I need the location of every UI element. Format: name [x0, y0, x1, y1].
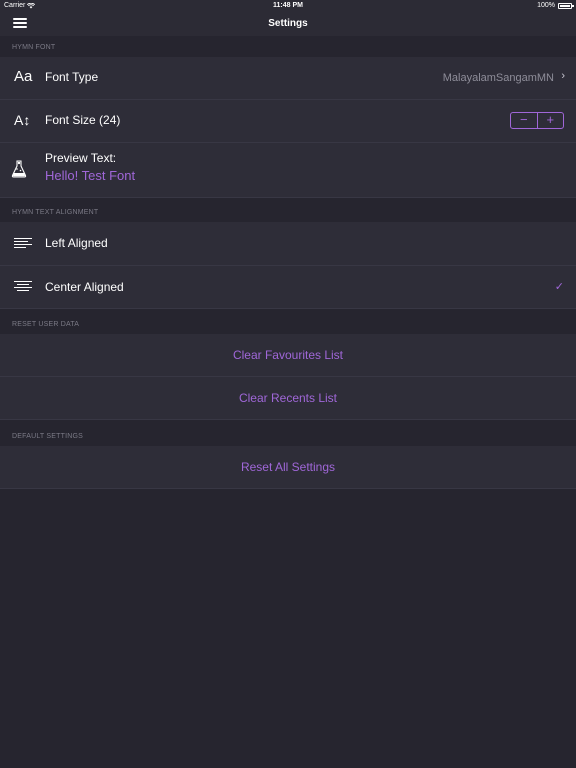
font-type-label: Font Type: [45, 70, 99, 84]
preview-text: Hello! Test Font: [45, 168, 136, 183]
decrease-font-button[interactable]: −: [511, 113, 537, 128]
chevron-right-icon: ›: [561, 70, 565, 82]
left-aligned-label: Left Aligned: [45, 236, 108, 250]
font-size-stepper[interactable]: − +: [510, 112, 564, 129]
preview-row: Preview Text: Hello! Test Font: [0, 143, 576, 198]
navigation-bar: Settings: [0, 12, 576, 36]
battery-percent: 100%: [537, 2, 555, 9]
font-type-value: MalayalamSangamMN: [442, 72, 554, 84]
reset-all-settings-button[interactable]: Reset All Settings: [0, 446, 576, 489]
battery-icon: [558, 3, 574, 9]
battery-indicator: 100%: [537, 0, 574, 12]
status-bar: Carrier 11:48 PM 100%: [0, 0, 576, 12]
align-center-icon: [14, 281, 32, 293]
clear-favourites-label: Clear Favourites List: [232, 348, 344, 362]
center-aligned-label: Center Aligned: [45, 280, 124, 294]
font-size-label: Font Size (24): [45, 113, 121, 127]
section-header-default-settings: DEFAULT SETTINGS: [0, 426, 576, 446]
page-title: Settings: [268, 18, 308, 29]
font-type-icon: Aa: [14, 68, 33, 85]
font-type-row[interactable]: Aa Font Type MalayalamSangamMN ›: [0, 57, 576, 100]
section-header-hymn-font: HYMN FONT: [0, 37, 576, 57]
clear-recents-button[interactable]: Clear Recents List: [0, 377, 576, 420]
font-size-row: A↕ Font Size (24) − +: [0, 100, 576, 143]
increase-font-button[interactable]: +: [538, 113, 564, 128]
checkmark-icon: ✓: [554, 281, 564, 293]
clear-favourites-button[interactable]: Clear Favourites List: [0, 334, 576, 377]
flask-icon: [11, 160, 27, 178]
clear-recents-label: Clear Recents List: [238, 391, 338, 405]
left-aligned-row[interactable]: Left Aligned: [0, 222, 576, 266]
section-header-alignment: HYMN TEXT ALIGNMENT: [0, 202, 576, 222]
align-left-icon: [14, 238, 32, 250]
preview-label: Preview Text:: [45, 151, 117, 165]
reset-all-settings-label: Reset All Settings: [240, 460, 336, 474]
center-aligned-row[interactable]: Center Aligned ✓: [0, 266, 576, 309]
section-header-reset-user-data: RESET USER DATA: [0, 314, 576, 334]
font-size-icon: A↕: [14, 112, 31, 128]
status-time: 11:48 PM: [273, 2, 303, 9]
